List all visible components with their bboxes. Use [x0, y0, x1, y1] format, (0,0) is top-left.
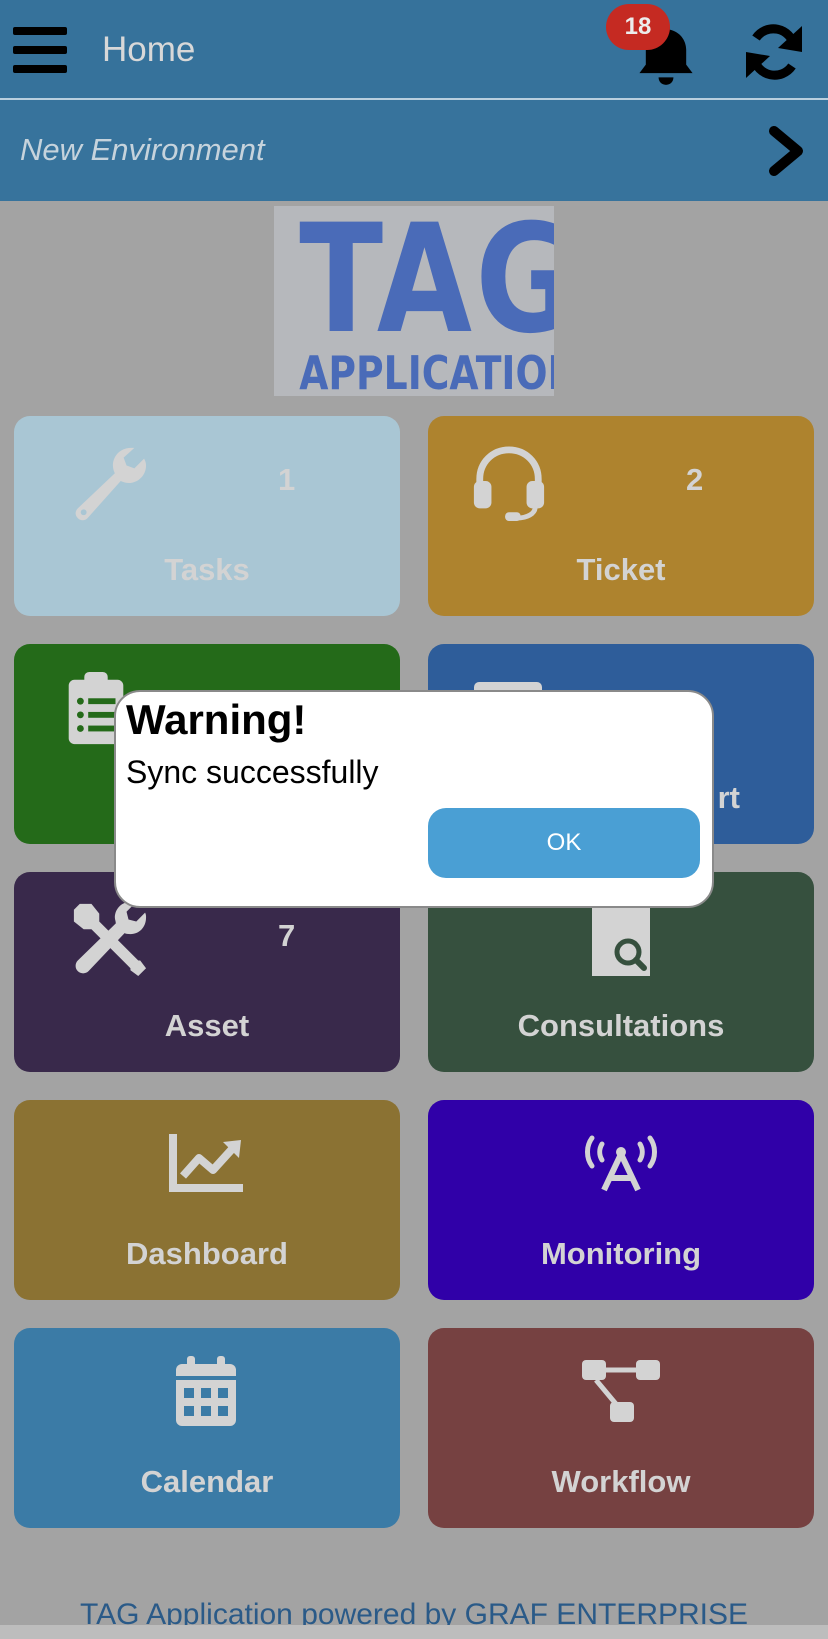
tile-label: Tasks: [164, 552, 250, 587]
tile-calendar[interactable]: Calendar: [14, 1328, 400, 1528]
tile-count: 2: [686, 462, 704, 497]
logo-application-text: APPLICATION: [299, 346, 554, 396]
tile-label: Calendar: [140, 1464, 274, 1499]
app-header: Home 18: [0, 0, 828, 100]
ok-button[interactable]: OK: [428, 808, 700, 878]
tile-label: Asset: [164, 1008, 250, 1043]
environment-label: New Environment: [20, 132, 265, 167]
tile-dashboard[interactable]: Dashboard: [14, 1100, 400, 1300]
tile-label: Ticket: [576, 552, 666, 587]
page-title: Home: [102, 30, 196, 69]
dialog-title: Warning!: [126, 696, 307, 743]
sync-icon[interactable]: [742, 20, 806, 84]
notification-badge[interactable]: 18: [606, 4, 670, 50]
workflow-icon: [582, 1360, 660, 1422]
tile-ticket[interactable]: 2 Ticket: [428, 416, 814, 616]
tile-label: Monitoring: [540, 1236, 702, 1271]
tools-icon: [73, 901, 147, 977]
tile-monitoring[interactable]: Monitoring: [428, 1100, 814, 1300]
tile-count: 7: [278, 918, 296, 953]
tile-label: Workflow: [551, 1464, 691, 1499]
tag-application-logo: TAG APPLICATION: [274, 206, 554, 396]
wrench-icon: [75, 447, 147, 521]
broadcast-tower-icon: [585, 1135, 657, 1192]
bottom-bar: [0, 1625, 828, 1639]
calendar-icon: [176, 1356, 236, 1426]
tile-workflow[interactable]: Workflow: [428, 1328, 814, 1528]
tile-count: 1: [278, 462, 296, 497]
tile-label: rt: [717, 780, 740, 815]
tile-tasks[interactable]: 1 Tasks: [14, 416, 400, 616]
warning-dialog: Warning! Sync successfully OK: [114, 690, 714, 908]
chevron-right-icon: [769, 126, 803, 176]
chart-line-icon: [169, 1134, 243, 1192]
tile-label: Dashboard: [126, 1236, 288, 1271]
hamburger-menu-icon[interactable]: [13, 27, 67, 73]
dialog-message: Sync successfully: [126, 754, 379, 790]
headset-icon: [473, 446, 545, 522]
environment-selector[interactable]: New Environment: [0, 100, 828, 201]
tile-label: Consultations: [517, 1008, 725, 1043]
logo-tag-text: TAG: [299, 206, 554, 367]
